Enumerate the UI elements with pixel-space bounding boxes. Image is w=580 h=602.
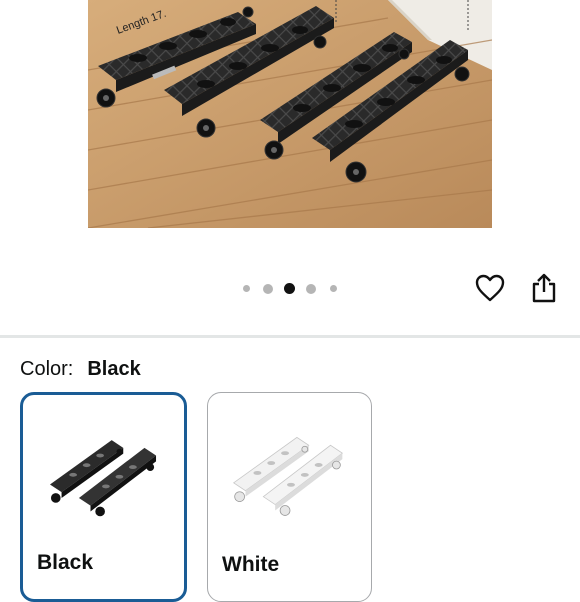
color-selector-heading: Color: Black [20, 356, 141, 382]
carousel-dot-active[interactable] [284, 283, 295, 294]
color-option-label: Black [37, 551, 94, 574]
color-label: Color: [20, 358, 74, 380]
carousel-dot[interactable] [306, 284, 316, 294]
carousel-dot[interactable] [330, 285, 337, 292]
product-image-art: Length 17. [88, 0, 492, 228]
black-variant-thumbnail [49, 440, 157, 517]
color-option-label: White [222, 553, 280, 576]
color-option-black[interactable]: Black [20, 392, 187, 602]
color-selected-value: Black [87, 358, 141, 380]
product-image[interactable]: Length 17. [88, 0, 492, 228]
white-variant-thumbnail [232, 436, 344, 516]
share-button[interactable] [526, 270, 562, 306]
color-option-white[interactable]: White [207, 392, 372, 602]
section-divider [0, 335, 580, 338]
carousel-dot[interactable] [263, 284, 273, 294]
share-icon [532, 273, 556, 303]
favorite-button[interactable] [472, 270, 508, 306]
heart-icon [475, 274, 505, 302]
carousel-dot[interactable] [243, 285, 250, 292]
